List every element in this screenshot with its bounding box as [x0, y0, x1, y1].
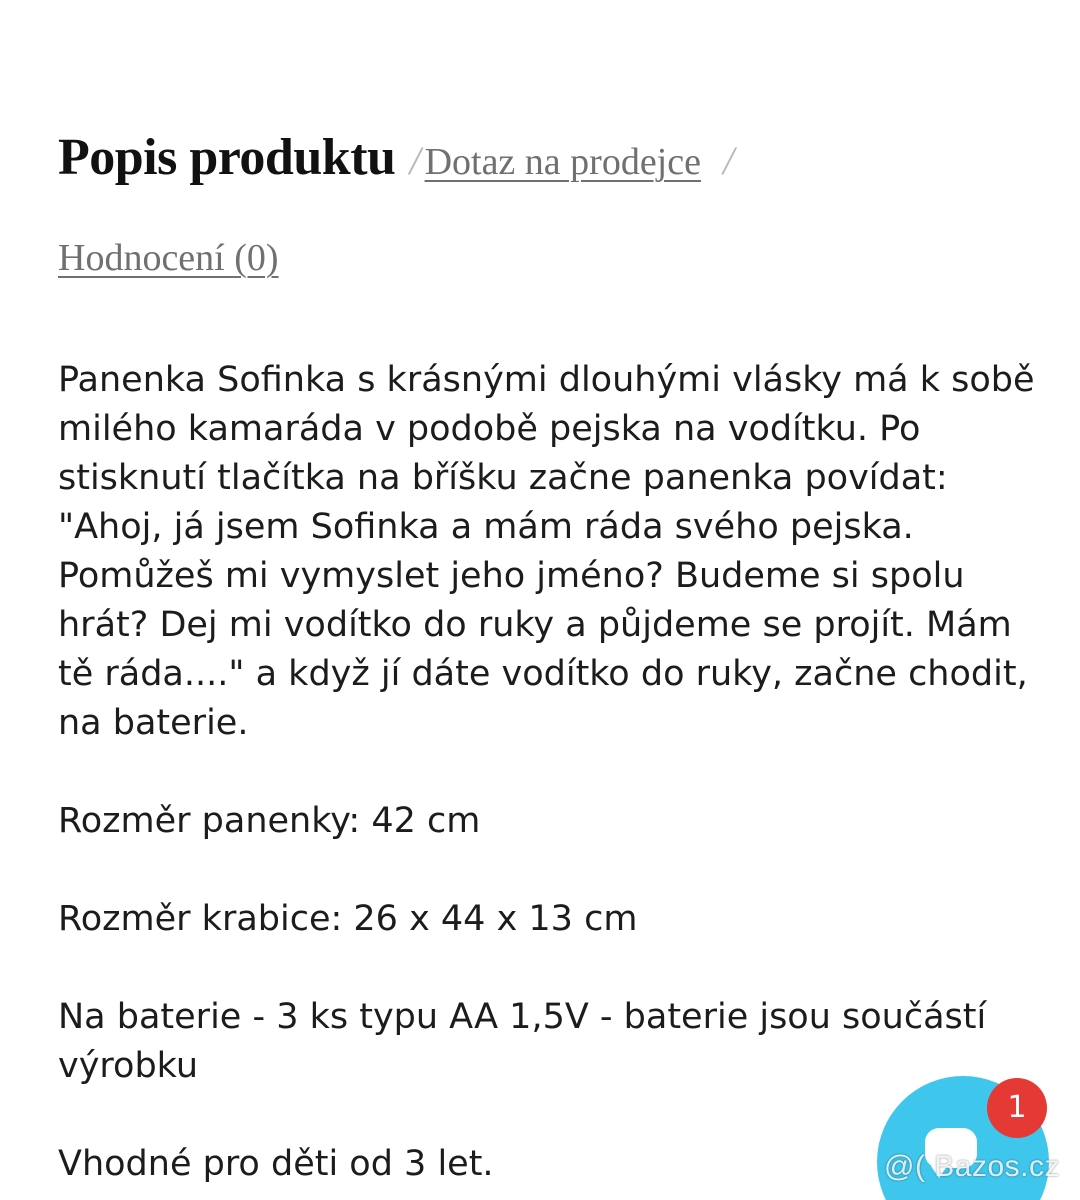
tab-row: Hodnocení (0): [58, 236, 279, 280]
description-paragraph: Panenka Sofinka s krásnými dlouhými vlás…: [58, 360, 1035, 743]
battery-info: Na baterie - 3 ks typu AA 1,5V - baterie…: [58, 997, 987, 1086]
product-description: Panenka Sofinka s krásnými dlouhými vlás…: [58, 356, 1048, 1189]
doll-size: Rozměr panenky: 42 cm: [58, 801, 481, 841]
watermark: @( Bazos.cz: [884, 1150, 1060, 1183]
tab-reviews[interactable]: Hodnocení (0): [58, 237, 279, 279]
product-tabs: Popis produktu / Dotaz na prodejce / Hod…: [58, 128, 1038, 279]
tab-row: Popis produktu / Dotaz na prodejce /: [58, 128, 1038, 208]
notification-badge: 1: [987, 1078, 1047, 1138]
tab-separator: /: [722, 138, 735, 183]
box-size: Rozměr krabice: 26 x 44 x 13 cm: [58, 899, 638, 939]
tab-separator: /: [409, 138, 421, 183]
tab-product-description[interactable]: Popis produktu: [58, 128, 396, 187]
tab-seller-question[interactable]: Dotaz na prodejce: [425, 140, 701, 184]
